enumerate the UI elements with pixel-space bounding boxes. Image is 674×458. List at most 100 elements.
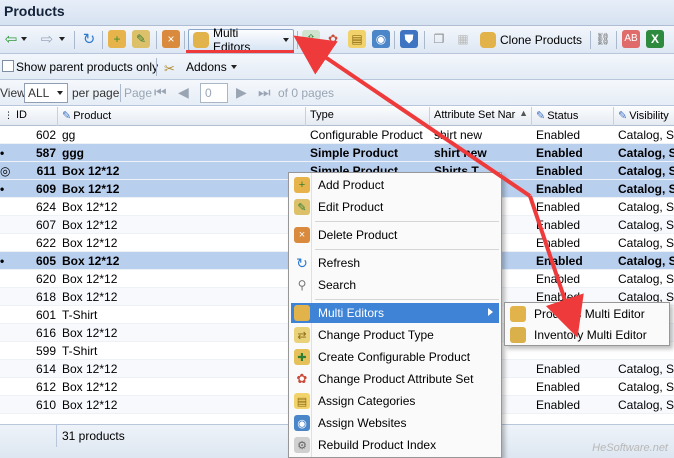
menu-item-search[interactable]: ⚲ Search xyxy=(291,275,499,295)
chevron-down-icon xyxy=(57,91,63,95)
previous-page-icon[interactable]: ◀ xyxy=(178,84,189,101)
cell-status: Enabled xyxy=(536,236,581,250)
menu-item-assign-categories[interactable]: ▤ Assign Categories xyxy=(291,391,499,411)
cell-id: 609 xyxy=(35,182,56,196)
cell-status: Enabled xyxy=(536,398,581,412)
pager-toolbar: View ALL per page Page ⏮ ◀ 0 ▶ ⏭ of 0 pa… xyxy=(0,80,674,106)
cell-visibility: Catalog, Sea xyxy=(618,380,674,394)
addons-button[interactable]: ✂ Addons xyxy=(164,57,237,77)
inventory-multi-editor-icon xyxy=(510,327,526,343)
cell-type: Configurable Product xyxy=(310,128,423,142)
cell-status: Enabled xyxy=(536,254,583,268)
page-count-text: of 0 pages xyxy=(278,86,335,100)
cell-visibility: Catalog, Sea xyxy=(618,128,674,142)
last-page-icon[interactable]: ⏭ xyxy=(258,84,271,101)
export-icon[interactable]: ⇪ xyxy=(302,30,320,48)
cell-product: Box 12*12 xyxy=(62,164,120,178)
cell-id: 616 xyxy=(35,326,56,340)
add-product-icon[interactable]: + xyxy=(108,30,126,48)
column-header-id[interactable]: ⋮ ID xyxy=(0,107,58,126)
column-header-status[interactable]: ✎ Status xyxy=(532,107,614,126)
menu-item-create-configurable-product[interactable]: ✚ Create Configurable Product xyxy=(291,347,499,367)
page-number-input[interactable]: 0 xyxy=(200,83,228,103)
cell-id: 624 xyxy=(35,200,56,214)
categories-icon[interactable]: ▤ xyxy=(348,30,366,48)
clone-products-icon xyxy=(480,32,496,48)
submenu-item-products-multi-editor[interactable]: Products Multi Editor xyxy=(507,304,667,324)
cell-visibility: Catalog, Sea xyxy=(618,236,674,250)
search-icon: ⚲ xyxy=(297,278,307,292)
cell-visibility: Catalog, Sea xyxy=(618,398,674,412)
delete-product-icon[interactable]: × xyxy=(162,30,180,48)
cell-id: 620 xyxy=(35,272,56,286)
cell-status: Enabled xyxy=(536,128,581,142)
attribute-set-icon[interactable]: ✿ xyxy=(324,30,342,48)
copy-icon[interactable]: ❐ xyxy=(430,30,448,48)
menu-item-assign-websites[interactable]: ◉ Assign Websites xyxy=(291,413,499,433)
clone-products-label: Clone Products xyxy=(500,33,583,47)
edit-pencil-icon: ✎ xyxy=(62,110,72,122)
websites-icon: ◉ xyxy=(294,415,310,431)
window-title: Products xyxy=(0,0,674,26)
attributes-icon[interactable]: AB xyxy=(622,30,640,48)
menu-item-change-attribute-set[interactable]: ✿ Change Product Attribute Set xyxy=(291,369,499,389)
column-header-visibility[interactable]: ✎ Visibility xyxy=(614,107,674,126)
back-dropdown-icon[interactable] xyxy=(20,30,28,48)
change-type-icon: ⇄ xyxy=(294,327,310,343)
cell-product: Box 12*12 xyxy=(62,362,118,376)
cell-id: 612 xyxy=(35,380,56,394)
per-page-select[interactable]: ALL xyxy=(24,83,68,103)
cell-visibility: Catalog, Sea xyxy=(618,272,674,286)
column-header-attribute-set[interactable]: Attribute Set Nar ▲ xyxy=(430,107,532,126)
menu-item-refresh[interactable]: ↻ Refresh xyxy=(291,253,499,273)
menu-item-rebuild-index[interactable]: ⚙ Rebuild Product Index xyxy=(291,435,499,455)
excel-icon[interactable]: X xyxy=(646,30,664,48)
forward-dropdown-icon[interactable] xyxy=(58,30,66,48)
edit-product-icon: ✎ xyxy=(294,199,310,215)
column-menu-icon: ⋮ xyxy=(4,110,13,120)
watermark: HeSoftware.net xyxy=(592,442,668,454)
edit-pencil-icon: ✎ xyxy=(618,110,628,122)
cell-status: Enabled xyxy=(536,362,581,376)
attribute-set-icon: ✿ xyxy=(296,371,308,386)
submenu-arrow-icon xyxy=(488,308,493,316)
addons-icon: ✂ xyxy=(164,61,175,76)
cell-status: Enabled xyxy=(536,200,581,214)
next-page-icon[interactable]: ▶ xyxy=(236,84,247,101)
menu-item-multi-editors[interactable]: Multi Editors xyxy=(291,303,499,323)
cell-status: Enabled xyxy=(536,146,583,160)
page-label: Page xyxy=(124,86,153,100)
refresh-icon[interactable]: ↻ xyxy=(80,30,98,48)
view-label: View xyxy=(0,86,26,100)
cell-id: 614 xyxy=(35,362,56,376)
context-menu: + Add Product ✎ Edit Product × Delete Pr… xyxy=(288,172,502,458)
chevron-down-icon xyxy=(283,38,289,42)
shield-icon[interactable]: ⛊ xyxy=(400,30,418,48)
cell-attr-set: shirt new xyxy=(434,128,483,142)
cell-product: Box 12*12 xyxy=(62,200,118,214)
table-row[interactable]: 602 gg Configurable Product shirt new Enable… xyxy=(0,126,674,144)
websites-icon[interactable]: ◉ xyxy=(372,30,390,48)
clone-products-button[interactable]: Clone Products xyxy=(476,29,588,51)
submenu-item-inventory-multi-editor[interactable]: Inventory Multi Editor xyxy=(507,325,667,345)
column-header-type[interactable]: Type xyxy=(306,107,430,126)
cell-product: Box 12*12 xyxy=(62,380,118,394)
multi-editors-button[interactable]: Multi Editors xyxy=(188,26,294,54)
cell-product: Box 12*12 xyxy=(62,398,118,412)
menu-item-delete-product[interactable]: × Delete Product xyxy=(291,225,499,245)
filter-toolbar: Show parent products only ✂ Addons xyxy=(0,54,674,80)
menu-item-edit-product[interactable]: ✎ Edit Product xyxy=(291,197,499,217)
cell-status: Enabled xyxy=(536,272,581,286)
column-header-product[interactable]: ✎ Product xyxy=(58,107,306,126)
table-row[interactable]: • 587 ggg Simple Product shirt new Enabled Cat… xyxy=(0,144,674,162)
menu-item-change-product-type[interactable]: ⇄ Change Product Type xyxy=(291,325,499,345)
show-parent-checkbox[interactable] xyxy=(2,60,14,72)
link-icon[interactable]: ⛓ xyxy=(594,30,612,48)
menu-item-add-product[interactable]: + Add Product xyxy=(291,175,499,195)
products-multi-editor-icon xyxy=(510,306,526,322)
forward-arrow-icon[interactable]: ⇨ xyxy=(38,30,56,48)
back-arrow-icon[interactable]: ⇦ xyxy=(2,30,20,48)
first-page-icon[interactable]: ⏮ xyxy=(154,84,167,101)
add-product-icon: + xyxy=(294,177,310,193)
edit-product-icon[interactable]: ✎ xyxy=(132,30,150,48)
